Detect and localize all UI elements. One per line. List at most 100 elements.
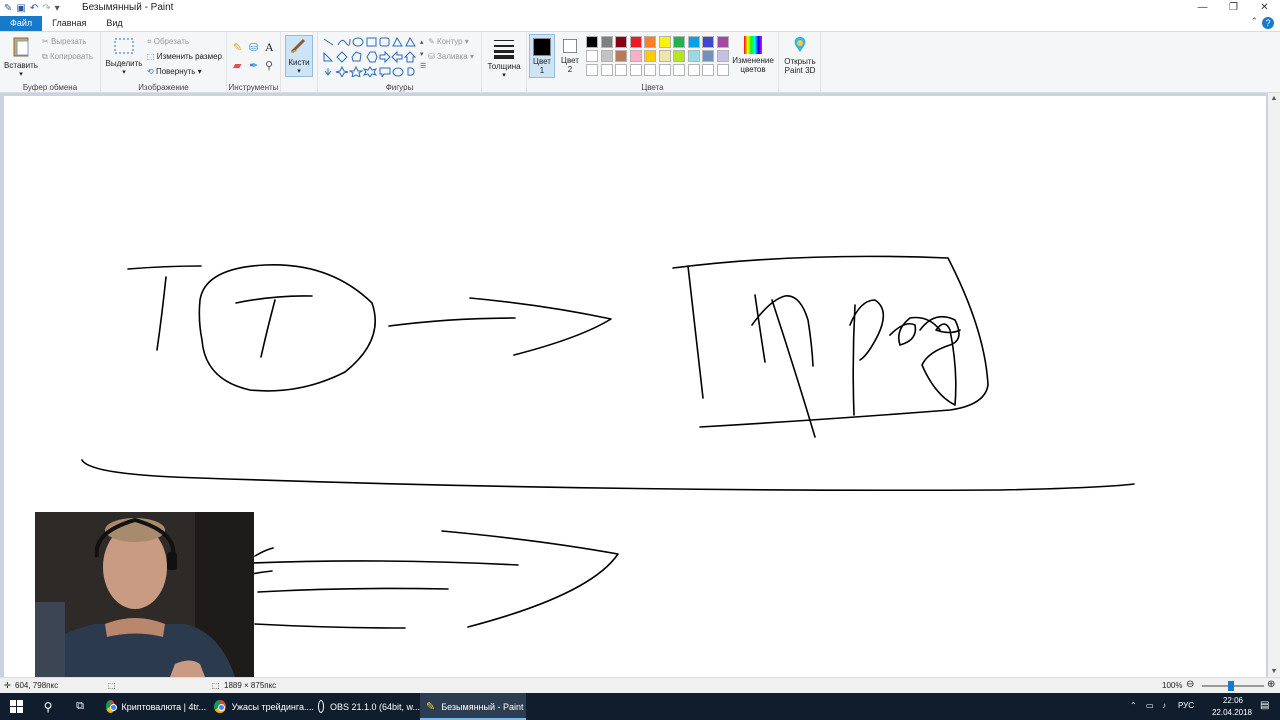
color-picker-icon[interactable]: ✒ [249, 59, 258, 72]
palette-swatch[interactable] [586, 64, 598, 76]
vertical-scrollbar[interactable]: ▲ ▼ [1268, 93, 1280, 677]
zoom-in-button[interactable]: ⊕ [1267, 679, 1275, 690]
taskbar-item-paint[interactable]: ✎ Безымянный - Paint [420, 693, 526, 720]
palette-swatch[interactable] [644, 36, 656, 48]
taskbar-item-crypto[interactable]: Криптовалюта | 4tr... [100, 693, 206, 720]
palette-swatch[interactable] [629, 64, 642, 76]
palette-swatch[interactable] [629, 50, 642, 62]
shapes-gallery[interactable] [322, 37, 420, 77]
cut-button[interactable]: ✂ Вырезать [42, 37, 87, 46]
title-bar: ✎ ▣ ↶ ↷ ▾ Безымянный - Paint — ❐ ✕ [0, 0, 1280, 16]
palette-swatch[interactable] [615, 36, 627, 48]
taskbar: ⚲ ⧉ Криптовалюта | 4tr... Ужасы трейдинг… [0, 693, 1280, 720]
brushes-button[interactable]: Кисти ▾ [285, 35, 313, 77]
paint-icon: ✎ [426, 701, 436, 713]
resize-button[interactable]: ⬚ Изменить размер [147, 52, 222, 61]
shapes-more-icon[interactable]: ☰ [420, 62, 426, 70]
palette-swatch[interactable] [644, 50, 656, 62]
magnifier-icon[interactable]: ⚲ [265, 59, 273, 72]
palette-swatch[interactable] [629, 36, 642, 48]
edit-colors-label: Изменение цветов [732, 56, 774, 74]
stroke-t1-stem [156, 276, 167, 351]
volume-icon[interactable]: ♪ [1162, 701, 1166, 710]
collapse-ribbon-icon[interactable]: ⌃ [1250, 16, 1258, 27]
zoom-slider-thumb[interactable] [1228, 681, 1234, 691]
palette-swatch[interactable] [658, 50, 671, 62]
palette-swatch[interactable] [658, 64, 671, 76]
palette-swatch[interactable] [716, 50, 729, 62]
palette-swatch[interactable] [600, 64, 613, 76]
tab-file[interactable]: Файл [0, 16, 43, 31]
stroke-letter-p1 [754, 294, 766, 363]
redo-icon[interactable]: ↷ [42, 3, 50, 14]
network-icon[interactable]: ▭ [1146, 701, 1154, 710]
notifications-icon[interactable]: ▤ [1260, 700, 1269, 711]
quick-access-toolbar: ✎ ▣ ↶ ↷ ▾ [0, 3, 60, 14]
eraser-icon[interactable]: ▰ [233, 59, 241, 72]
color2-button[interactable]: Цвет 2 [557, 34, 583, 78]
fill-button[interactable]: ⛁ Заливка ▾ [428, 52, 474, 61]
pencil-icon[interactable]: ✎ [233, 41, 242, 54]
text-tool-icon[interactable]: A [265, 40, 274, 55]
maximize-button[interactable]: ❐ [1218, 0, 1249, 16]
scroll-down-arrow-icon[interactable]: ▼ [1268, 668, 1280, 675]
palette-swatch[interactable] [673, 64, 685, 76]
fill-bucket-icon[interactable]: ⛁ [249, 41, 258, 54]
palette-swatch[interactable] [702, 64, 714, 76]
palette-swatch[interactable] [586, 50, 598, 62]
palette-swatch[interactable] [673, 50, 685, 62]
scroll-up-arrow-icon[interactable]: ▲ [1268, 95, 1280, 102]
size-button[interactable]: Толщина ▾ [485, 36, 523, 79]
rotate-button[interactable]: ⟲ Повернуть ▾ [147, 67, 202, 76]
tray-expand-icon[interactable]: ⌃ [1130, 701, 1137, 710]
palette-swatch[interactable] [586, 36, 598, 48]
taskbar-item-trading[interactable]: Ужасы трейдинга.... [208, 693, 314, 720]
clock-time[interactable]: 22:06 [1212, 696, 1254, 705]
shapes-scroll-down-icon[interactable]: ▾ [420, 50, 424, 58]
paint-app-icon[interactable]: ✎ [4, 3, 12, 14]
paste-button[interactable]: Вставить ▾ [4, 35, 38, 78]
palette-swatch[interactable] [615, 50, 627, 62]
outline-button[interactable]: ✎ Контур ▾ [428, 37, 469, 46]
palette-swatch[interactable] [673, 36, 685, 48]
help-icon[interactable]: ? [1262, 17, 1274, 29]
tab-home[interactable]: Главная [42, 16, 96, 31]
language-indicator[interactable]: РУС [1178, 701, 1194, 710]
palette-swatch[interactable] [600, 36, 613, 48]
rotate-label: Повернуть [155, 67, 196, 76]
palette-swatch[interactable] [687, 64, 700, 76]
select-button[interactable]: Выделить ▾ [105, 35, 143, 76]
zoom-out-button[interactable]: ⊖ [1186, 679, 1194, 690]
shapes-scroll-up-icon[interactable]: ▴ [420, 38, 424, 46]
start-button[interactable] [0, 693, 32, 720]
stroke-lower-line1 [251, 560, 519, 566]
palette-swatch[interactable] [615, 64, 627, 76]
taskbar-item-obs[interactable]: OBS 21.1.0 (64bit, w... [316, 693, 420, 720]
tab-view[interactable]: Вид [96, 16, 132, 31]
palette-swatch[interactable] [702, 50, 714, 62]
palette-swatch[interactable] [658, 36, 671, 48]
save-icon[interactable]: ▣ [16, 3, 25, 14]
copy-button[interactable]: ⧉ Копировать [42, 52, 93, 62]
size-label: Толщина [487, 62, 521, 71]
paint3d-icon [794, 37, 806, 52]
customize-dropdown-icon[interactable]: ▾ [55, 3, 60, 14]
palette-swatch[interactable] [687, 36, 700, 48]
search-icon[interactable]: ⚲ [32, 693, 64, 720]
palette-swatch[interactable] [644, 64, 656, 76]
palette-swatch[interactable] [600, 50, 613, 62]
close-button[interactable]: ✕ [1249, 0, 1280, 16]
crop-button[interactable]: ⌗ Обрезать [147, 37, 189, 47]
edit-colors-button[interactable]: Изменение цветов [731, 35, 775, 74]
palette-swatch[interactable] [702, 36, 714, 48]
task-view-icon[interactable]: ⧉ [64, 693, 96, 720]
palette-swatch[interactable] [716, 36, 729, 48]
palette-swatch[interactable] [716, 64, 729, 76]
color1-button[interactable]: Цвет 1 [529, 34, 555, 78]
minimize-button[interactable]: — [1187, 0, 1218, 16]
palette-swatch[interactable] [687, 50, 700, 62]
open-paint3d-button[interactable]: Открыть Paint 3D [781, 35, 819, 75]
brushes-group: Кисти ▾ [281, 32, 318, 93]
clock-date[interactable]: 22.04.2018 [1208, 708, 1256, 717]
undo-icon[interactable]: ↶ [30, 3, 38, 14]
